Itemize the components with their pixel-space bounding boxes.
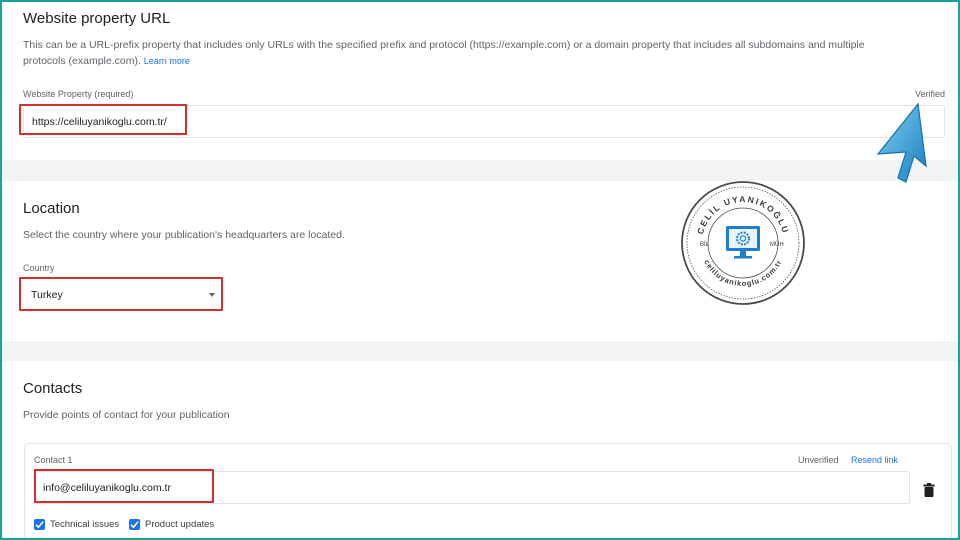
website-property-title: Website property URL	[23, 10, 171, 27]
website-property-description: This can be a URL-prefix property that i…	[23, 37, 903, 69]
contacts-card: Contacts Provide points of contact for y…	[3, 361, 957, 540]
product-updates-checkbox[interactable]	[129, 519, 140, 530]
country-label: Country	[23, 263, 55, 273]
verified-status: Verified	[914, 89, 945, 99]
check-icon	[35, 521, 44, 529]
learn-more-link[interactable]: Learn more	[144, 56, 190, 66]
watermark-stamp: CELİL UYANIKOĞLU celiluyanikoglu.com.tr …	[681, 181, 805, 305]
check-icon	[130, 521, 139, 529]
contacts-title: Contacts	[23, 380, 83, 397]
location-title: Location	[23, 200, 80, 217]
technical-issues-checkbox[interactable]	[34, 519, 45, 530]
product-updates-label: Product updates	[145, 519, 215, 530]
website-property-label: Website Property (required)	[23, 89, 134, 99]
cursor-arrow-icon	[876, 102, 927, 183]
highlight-box-url	[19, 104, 187, 135]
resend-link[interactable]: Resend link	[851, 455, 898, 465]
watermark-left-tag: BİL	[700, 241, 710, 248]
location-description: Select the country where your publicatio…	[23, 229, 345, 241]
technical-issues-label: Technical issues	[50, 519, 120, 530]
unverified-status: Unverified	[798, 455, 839, 465]
contacts-description: Provide points of contact for your publi…	[23, 409, 230, 421]
contact-1-card: Contact 1 Unverified Resend link info@ce…	[24, 443, 952, 540]
delete-icon[interactable]	[923, 483, 935, 497]
contact-1-label: Contact 1	[34, 455, 73, 465]
highlight-box-email	[34, 469, 214, 503]
highlight-box-country	[19, 277, 223, 311]
location-card: Location Select the country where your p…	[3, 181, 957, 341]
website-property-card: Website property URL This can be a URL-p…	[3, 0, 957, 160]
watermark-right-tag: MÜH	[770, 241, 784, 248]
